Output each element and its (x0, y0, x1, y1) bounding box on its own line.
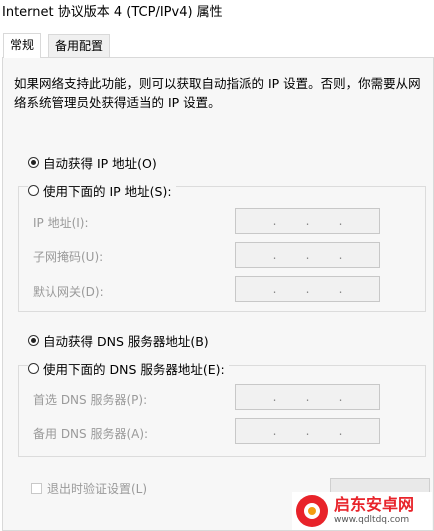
ip-separator: . (272, 424, 277, 438)
ip-separator: . (272, 248, 277, 262)
ip-separator: . (305, 424, 310, 438)
default-gateway-input[interactable]: ... (235, 276, 380, 302)
ip-address-input[interactable]: ... (235, 208, 380, 234)
ip-separator: . (338, 282, 343, 296)
subnet-mask-input[interactable]: ... (235, 242, 380, 268)
ip-separator: . (338, 390, 343, 404)
validate-on-exit-checkbox[interactable]: 退出时验证设置(L) (31, 480, 147, 497)
ip-separator: . (305, 248, 310, 262)
radio-auto-ip[interactable]: 自动获得 IP 地址(O) (28, 153, 157, 172)
subnet-mask-label: 子网掩码(U): (33, 250, 104, 264)
preferred-dns-input[interactable]: ... (235, 384, 380, 410)
ip-separator: . (272, 214, 277, 228)
watermark-url: www.qdltdq.com (334, 515, 410, 525)
preferred-dns-label: 首选 DNS 服务器(P): (33, 393, 148, 407)
tab-strip: 常规 备用配置 (0, 33, 434, 58)
radio-manual-dns[interactable]: 使用下面的 DNS 服务器地址(E): (28, 359, 229, 378)
description-text: 如果网络支持此功能，则可以获取自动指派的 IP 设置。否则，你需要从网络系统管理… (14, 76, 421, 110)
radio-manual-dns-label: 使用下面的 DNS 服务器地址(E): (43, 362, 225, 377)
watermark: 启东安卓网 www.qdltdq.com (292, 492, 432, 530)
title-bar: Internet 协议版本 4 (TCP/IPv4) 属性 (0, 0, 434, 28)
ip-separator: . (338, 214, 343, 228)
radio-auto-ip-label: 自动获得 IP 地址(O) (43, 156, 157, 171)
radio-button-icon[interactable] (28, 363, 39, 374)
radio-auto-dns-label: 自动获得 DNS 服务器地址(B) (43, 334, 209, 349)
ip-separator: . (305, 282, 310, 296)
ip-address-label: IP 地址(I): (33, 216, 89, 230)
tab-alternate-config[interactable]: 备用配置 (48, 34, 111, 57)
ip-separator: . (338, 424, 343, 438)
ip-separator: . (338, 248, 343, 262)
ip-separator: . (272, 390, 277, 404)
radio-button-icon[interactable] (28, 335, 39, 346)
ip-separator: . (305, 390, 310, 404)
watermark-logo-icon (296, 495, 328, 527)
checkbox-icon[interactable] (31, 483, 42, 494)
radio-button-icon[interactable] (28, 185, 39, 196)
validate-on-exit-label: 退出时验证设置(L) (47, 482, 148, 496)
radio-manual-ip[interactable]: 使用下面的 IP 地址(S): (28, 181, 176, 200)
ip-separator: . (305, 214, 310, 228)
alternate-dns-input[interactable]: ... (235, 418, 380, 444)
default-gateway-label: 默认网关(D): (33, 285, 104, 299)
window-title: Internet 协议版本 4 (TCP/IPv4) 属性 (2, 5, 223, 20)
watermark-brand: 启东安卓网 (334, 495, 415, 514)
radio-button-icon[interactable] (28, 157, 39, 168)
alternate-dns-label: 备用 DNS 服务器(A): (33, 427, 149, 441)
radio-auto-dns[interactable]: 自动获得 DNS 服务器地址(B) (28, 331, 209, 350)
tab-general[interactable]: 常规 (3, 33, 42, 58)
radio-manual-ip-label: 使用下面的 IP 地址(S): (43, 184, 172, 199)
ip-separator: . (272, 282, 277, 296)
